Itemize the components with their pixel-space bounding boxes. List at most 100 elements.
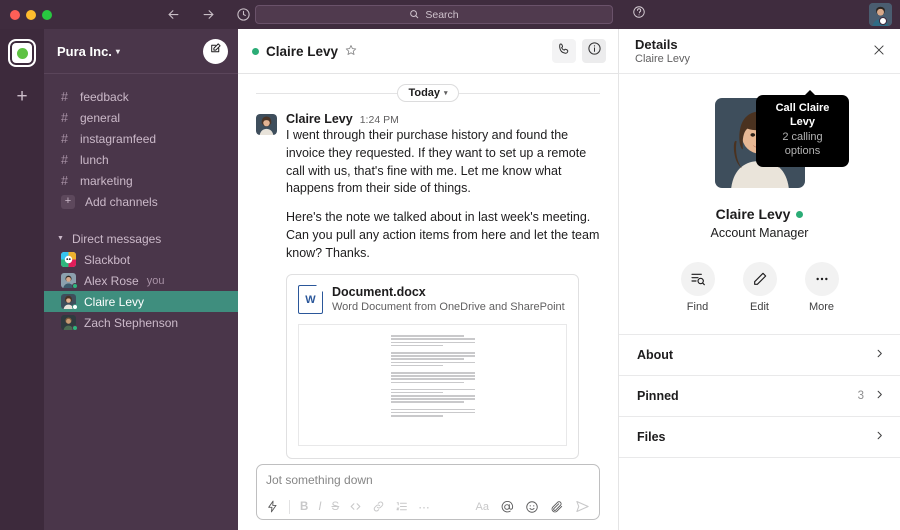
tooltip-title: Call Claire Levy: [765, 102, 840, 130]
sidebar-dm-alex-rose[interactable]: Alex Rose you: [44, 270, 238, 291]
call-tooltip: Call Claire Levy 2 calling options: [756, 95, 849, 167]
sidebar-dm-claire-levy[interactable]: Claire Levy: [44, 291, 238, 312]
channel-label: instagramfeed: [80, 132, 156, 146]
sidebar-channel-marketing[interactable]: # marketing: [44, 170, 238, 191]
star-icon[interactable]: [345, 44, 357, 59]
ellipsis-icon: [805, 262, 839, 296]
message: Claire Levy 1:24 PM I went through their…: [238, 112, 618, 464]
channel-label: marketing: [80, 174, 133, 188]
sidebar-channel-lunch[interactable]: # lunch: [44, 149, 238, 170]
formatting-icon[interactable]: Aa: [476, 501, 489, 513]
attach-icon[interactable]: [550, 500, 564, 514]
message-text: I went through their purchase history an…: [286, 127, 600, 262]
mention-icon[interactable]: [500, 500, 514, 514]
italic-icon[interactable]: I: [318, 501, 321, 513]
details-row-files[interactable]: Files: [619, 417, 900, 458]
sidebar-dm-slackbot[interactable]: Slackbot: [44, 249, 238, 270]
send-icon[interactable]: [575, 499, 590, 514]
profile-actions: Find Edit More: [619, 262, 900, 313]
sidebar-channel-feedback[interactable]: # feedback: [44, 86, 238, 107]
code-icon[interactable]: [349, 500, 362, 513]
profile-name-row: Claire Levy: [619, 206, 900, 222]
ordered-list-icon[interactable]: [395, 500, 408, 513]
attachment-subtitle: Word Document from OneDrive and SharePoi…: [332, 301, 565, 313]
message-composer[interactable]: Jot something down B I S: [256, 464, 600, 520]
workspace-logo[interactable]: [8, 39, 36, 67]
edit-label: Edit: [743, 301, 777, 313]
titlebar: Search: [0, 0, 900, 29]
document-preview[interactable]: [298, 324, 567, 446]
avatar: [61, 252, 76, 267]
composer-input[interactable]: Jot something down: [266, 473, 590, 487]
minimize-window-button[interactable]: [26, 10, 36, 20]
sidebar: Pura Inc. ▾ # feedback # general: [44, 29, 238, 530]
message-paragraph: I went through their purchase history an…: [286, 127, 600, 198]
strikethrough-icon[interactable]: S: [332, 501, 340, 513]
link-icon[interactable]: [372, 500, 385, 513]
message-author[interactable]: Claire Levy: [286, 112, 353, 126]
file-attachment-card[interactable]: W Document.docx Word Document from OneDr…: [286, 274, 579, 459]
caret-down-icon: ▼: [57, 235, 64, 242]
details-row-pinned[interactable]: Pinned 3: [619, 376, 900, 417]
more-icon[interactable]: ⋯: [418, 500, 430, 514]
header-actions: [552, 39, 606, 63]
composer-actions: Aa: [476, 499, 590, 514]
chevron-right-icon: [874, 430, 885, 444]
sidebar-list: # feedback # general # instagramfeed # l…: [44, 74, 238, 333]
message-body: Claire Levy 1:24 PM I went through their…: [286, 112, 600, 464]
clock-icon[interactable]: [236, 7, 251, 22]
hash-icon: #: [61, 132, 70, 146]
more-label: More: [805, 301, 839, 313]
lightning-icon[interactable]: [266, 500, 279, 513]
find-label: Find: [681, 301, 715, 313]
edit-button[interactable]: Edit: [743, 262, 777, 313]
main-body: + Pura Inc. ▾ # feedback: [0, 29, 900, 530]
sidebar-channel-instagramfeed[interactable]: # instagramfeed: [44, 128, 238, 149]
divider-line: [256, 93, 397, 94]
slack-window: Search + Pura: [0, 0, 900, 530]
dm-label: Alex Rose: [84, 274, 139, 288]
details-sections: About Pinned 3: [619, 334, 900, 458]
compose-button[interactable]: [203, 39, 228, 64]
call-button[interactable]: [552, 39, 576, 63]
emoji-icon[interactable]: [525, 500, 539, 514]
add-workspace-button[interactable]: +: [16, 87, 27, 106]
hash-icon: #: [61, 111, 70, 125]
avatar: [61, 273, 76, 288]
composer-toolbar: B I S ⋯: [266, 499, 590, 514]
workspace-switcher[interactable]: Pura Inc. ▾: [57, 44, 120, 59]
message-timestamp[interactable]: 1:24 PM: [360, 114, 399, 126]
workspace-rail: +: [0, 29, 44, 530]
arrow-left-icon[interactable]: [166, 7, 181, 22]
details-row-about[interactable]: About: [619, 335, 900, 376]
user-avatar[interactable]: [869, 3, 892, 26]
details-header: Details Claire Levy: [619, 29, 900, 74]
arrow-right-icon[interactable]: [201, 7, 216, 22]
attachment-header: W Document.docx Word Document from OneDr…: [298, 285, 567, 314]
conversation-header: Claire Levy: [238, 29, 618, 74]
bold-icon[interactable]: B: [300, 501, 308, 513]
question-circle-icon[interactable]: [632, 5, 646, 24]
sidebar-dm-zach-stephenson[interactable]: Zach Stephenson: [44, 312, 238, 333]
avatar: [61, 294, 76, 309]
direct-messages-section-header[interactable]: ▼ Direct messages: [44, 228, 238, 249]
close-icon[interactable]: [872, 43, 886, 60]
close-window-button[interactable]: [10, 10, 20, 20]
attachment-filename[interactable]: Document.docx: [332, 285, 565, 299]
details-button[interactable]: [582, 39, 606, 63]
sidebar-channel-general[interactable]: # general: [44, 107, 238, 128]
maximize-window-button[interactable]: [42, 10, 52, 20]
avatar[interactable]: [256, 114, 277, 135]
conversation-title[interactable]: Claire Levy: [252, 44, 357, 59]
more-button[interactable]: More: [805, 262, 839, 313]
plus-icon: +: [61, 195, 75, 209]
day-divider-button[interactable]: Today ▾: [397, 84, 458, 102]
details-subtitle: Claire Levy: [635, 53, 690, 65]
hash-icon: #: [61, 174, 70, 188]
dm-label: Slackbot: [84, 253, 130, 267]
row-right: [864, 348, 885, 362]
search-input[interactable]: Search: [255, 5, 613, 24]
add-channels-button[interactable]: + Add channels: [44, 191, 238, 212]
formatting-tools: B I S ⋯: [266, 500, 430, 514]
find-button[interactable]: Find: [681, 262, 715, 313]
